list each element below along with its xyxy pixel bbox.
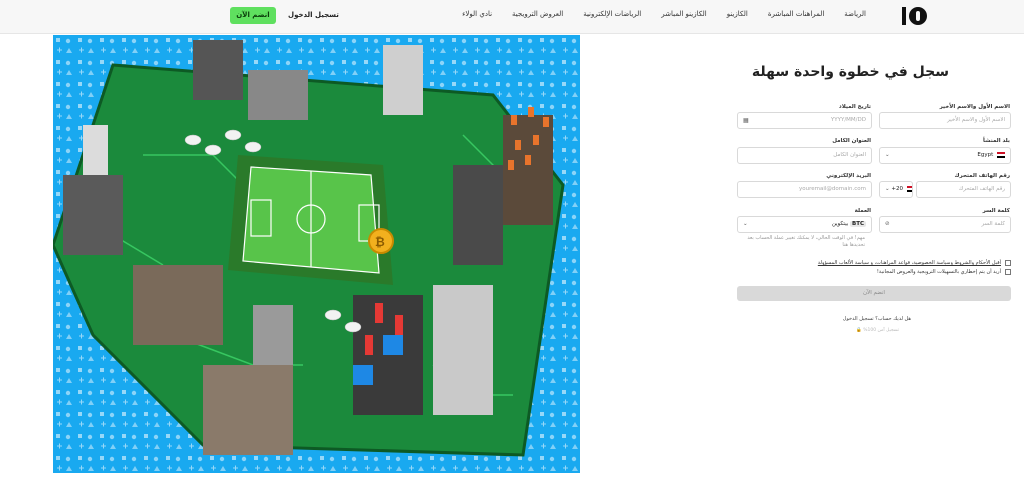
password-input[interactable]: كلمة السر ⊘	[879, 216, 1011, 233]
nav-item-live-casino[interactable]: الكازينو المباشر	[661, 10, 706, 18]
promo-checkbox-row[interactable]: أريد أن يتم إخطاري بالتسهيلات الترويجية …	[737, 269, 1011, 275]
nav-item-esports[interactable]: الرياضات الإلكترونية	[583, 10, 641, 18]
address-label: العنوان الكامل	[832, 138, 871, 144]
nav-item-live-betting[interactable]: المراهنات المباشرة	[768, 10, 824, 18]
phone-label: رقم الهاتف المتحرك	[954, 173, 1010, 179]
eye-slash-icon[interactable]: ⊘	[885, 217, 890, 232]
country-select[interactable]: Egypt ⌄	[879, 147, 1011, 164]
currency-code-badge: BTC	[850, 221, 866, 227]
chevron-down-icon: ⌄	[885, 186, 890, 192]
join-now-submit-button[interactable]: انضم الآن	[737, 286, 1011, 301]
chevron-down-icon: ⌄	[743, 221, 748, 227]
currency-label: العملة	[854, 208, 871, 214]
svg-text:₿: ₿	[375, 235, 385, 249]
promo-checkbox[interactable]	[1005, 269, 1011, 275]
hero-illustration: ₿	[53, 35, 580, 473]
nav-item-loyalty-club[interactable]: نادي الولاء	[462, 10, 492, 18]
password-label: كلمة السر	[982, 208, 1010, 214]
calendar-icon: ▦	[743, 117, 749, 124]
top-nav-bar: الرياضة المراهنات المباشرة الكازينو الكا…	[0, 0, 1024, 34]
phone-code-select[interactable]: ⌄ +20	[879, 181, 913, 198]
egypt-flag-icon	[906, 185, 912, 192]
name-label: الاسم الأول والاسم الأخير	[939, 104, 1010, 110]
main-nav: الرياضة المراهنات المباشرة الكازينو الكا…	[462, 10, 866, 18]
brand-logo[interactable]	[902, 5, 930, 27]
login-link[interactable]: تسجيل الدخول	[288, 11, 339, 19]
have-account-login-link[interactable]: هل لديك حساب؟ تسجيل الدخول	[843, 316, 911, 322]
currency-hint: مهم! في الوقت الحالي، لا يمكنك تغيير عمل…	[747, 235, 865, 248]
egypt-flag-icon	[997, 151, 1005, 158]
nav-item-promotions[interactable]: العروض الترويجية	[512, 10, 563, 18]
email-input[interactable]: youremail@domain.com	[737, 181, 872, 198]
motherboard-stadium-illustration: ₿	[53, 35, 580, 473]
phone-input[interactable]: رقم الهاتف المتحرك	[916, 181, 1011, 198]
address-input[interactable]: العنوان الكامل	[737, 147, 872, 164]
full-name-input[interactable]: الاسم الأول والاسم الأخير	[879, 112, 1011, 129]
form-title: سجل في خطوة واحدة سهلة	[751, 64, 949, 80]
dob-label: تاريخ الميلاد	[838, 104, 871, 110]
dob-input[interactable]: ▦ YYYY/MM/DD	[737, 112, 872, 129]
currency-select[interactable]: BTC بيتكوين ⌄	[737, 216, 872, 233]
terms-text: أقبل الأحكام والشروط وسياسة الخصوصية، قو…	[817, 260, 1001, 266]
nav-item-sports[interactable]: الرياضة	[844, 10, 866, 18]
terms-checkbox[interactable]	[1005, 260, 1011, 266]
chevron-down-icon: ⌄	[885, 152, 890, 158]
terms-checkbox-row[interactable]: أقبل الأحكام والشروط وسياسة الخصوصية، قو…	[737, 260, 1011, 266]
country-label: بلد المنشأ	[983, 138, 1010, 144]
promo-text: أريد أن يتم إخطاري بالتسهيلات الترويجية …	[876, 269, 1001, 275]
nav-item-casino[interactable]: الكازينو	[727, 10, 748, 18]
logo-bar-icon	[902, 7, 906, 25]
join-now-button[interactable]: انضم الآن	[230, 7, 276, 24]
email-label: البريد الإلكتروني	[826, 173, 871, 179]
logo-circle-icon	[909, 7, 927, 25]
secure-registration-note: تسجيل آمن 100% 🔒	[856, 328, 899, 333]
